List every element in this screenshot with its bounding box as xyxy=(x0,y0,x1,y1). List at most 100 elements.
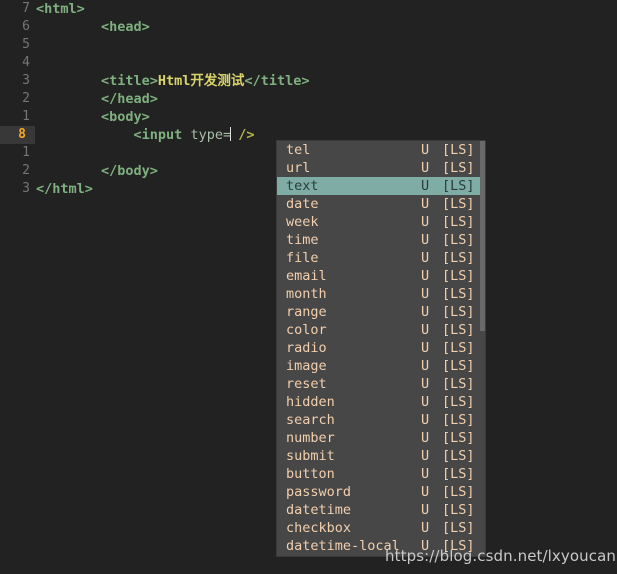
code-line-text: </body> xyxy=(36,162,158,180)
autocomplete-item[interactable]: reset U [LS] xyxy=(277,375,485,393)
code-token-title-txt: Html开发测试 xyxy=(157,73,245,89)
autocomplete-item[interactable]: email U [LS] xyxy=(277,267,485,285)
line-number: 3 xyxy=(22,181,30,196)
autocomplete-item[interactable]: radio U [LS] xyxy=(277,339,485,357)
autocomplete-item-label: tel xyxy=(286,142,311,158)
autocomplete-item-selected[interactable]: text U [LS] xyxy=(277,177,485,195)
autocomplete-item-label: password xyxy=(286,484,352,500)
autocomplete-item-kind: U xyxy=(421,448,430,464)
autocomplete-item-kind: U xyxy=(421,430,430,446)
autocomplete-item[interactable]: file U [LS] xyxy=(277,249,485,267)
autocomplete-item-source: [LS] xyxy=(442,358,475,374)
line-number: 8 xyxy=(18,127,26,142)
autocomplete-item[interactable]: search U [LS] xyxy=(277,411,485,429)
autocomplete-item-label: submit xyxy=(286,448,335,464)
autocomplete-item-label: number xyxy=(286,430,335,446)
code-line[interactable]: 4 xyxy=(0,54,617,72)
autocomplete-item[interactable]: image U [LS] xyxy=(277,357,485,375)
autocomplete-item-source: [LS] xyxy=(442,484,475,500)
code-line[interactable]: 2 </head> xyxy=(0,90,617,108)
code-token-tag: </html> xyxy=(36,181,93,197)
autocomplete-list[interactable]: tel U [LS] url U [LS] text U [LS] date U [LS] week U [… xyxy=(277,141,485,555)
code-editor[interactable]: 7 <html> 6 <head> 5 4 3 <title>Html开发测试</titl… xyxy=(0,0,617,574)
autocomplete-item-label: checkbox xyxy=(286,520,352,536)
autocomplete-item-label: url xyxy=(286,160,311,176)
autocomplete-item-source: [LS] xyxy=(442,466,475,482)
code-token-tag: </title> xyxy=(244,73,310,89)
autocomplete-item-source: [LS] xyxy=(442,502,475,518)
autocomplete-item-label: image xyxy=(286,358,327,374)
watermark-text: https://blog.csdn.net/lxyoucan xyxy=(385,547,617,565)
code-line-text: <html> xyxy=(36,0,85,18)
autocomplete-item[interactable]: tel U [LS] xyxy=(277,141,485,159)
autocomplete-item[interactable]: time U [LS] xyxy=(277,231,485,249)
autocomplete-item-source: [LS] xyxy=(442,448,475,464)
code-line-text: <body> xyxy=(36,108,150,126)
code-token-tag: </head> xyxy=(36,91,158,107)
autocomplete-item-label: time xyxy=(286,232,319,248)
autocomplete-item[interactable]: password U [LS] xyxy=(277,483,485,501)
autocomplete-item-kind: U xyxy=(421,520,430,536)
autocomplete-item-source: [LS] xyxy=(442,430,475,446)
autocomplete-item[interactable]: checkbox U [LS] xyxy=(277,519,485,537)
autocomplete-item-source: [LS] xyxy=(442,412,475,428)
code-line[interactable]: 5 xyxy=(0,36,617,54)
autocomplete-item-source: [LS] xyxy=(442,268,475,284)
autocomplete-item-kind: U xyxy=(421,502,430,518)
code-token-selfclose: /> xyxy=(230,127,255,143)
autocomplete-item-kind: U xyxy=(421,286,430,302)
autocomplete-item[interactable]: date U [LS] xyxy=(277,195,485,213)
autocomplete-item[interactable]: color U [LS] xyxy=(277,321,485,339)
autocomplete-item-kind: U xyxy=(421,160,430,176)
autocomplete-item-kind: U xyxy=(421,376,430,392)
autocomplete-item[interactable]: datetime U [LS] xyxy=(277,501,485,519)
autocomplete-item[interactable]: hidden U [LS] xyxy=(277,393,485,411)
line-number: 4 xyxy=(22,55,30,70)
autocomplete-item-source: [LS] xyxy=(442,304,475,320)
autocomplete-item-kind: U xyxy=(421,466,430,482)
autocomplete-item[interactable]: week U [LS] xyxy=(277,213,485,231)
autocomplete-item-label: datetime-local xyxy=(286,538,400,554)
autocomplete-item-kind: U xyxy=(421,412,430,428)
autocomplete-item-kind: U xyxy=(421,394,430,410)
autocomplete-scrollbar-thumb[interactable] xyxy=(480,141,485,331)
autocomplete-item[interactable]: button U [LS] xyxy=(277,465,485,483)
autocomplete-item-source: [LS] xyxy=(442,142,475,158)
autocomplete-item-kind: U xyxy=(421,196,430,212)
autocomplete-item[interactable]: number U [LS] xyxy=(277,429,485,447)
autocomplete-item[interactable]: month U [LS] xyxy=(277,285,485,303)
autocomplete-item[interactable]: range U [LS] xyxy=(277,303,485,321)
code-token-tag: <head> xyxy=(36,19,150,35)
autocomplete-popup[interactable]: tel U [LS] url U [LS] text U [LS] date U [LS] week U [… xyxy=(277,141,485,556)
autocomplete-item-label: color xyxy=(286,322,327,338)
line-number: 1 xyxy=(22,145,30,160)
autocomplete-item-source: [LS] xyxy=(442,160,475,176)
code-line[interactable]: 7 <html> xyxy=(0,0,617,18)
autocomplete-item-label: hidden xyxy=(286,394,335,410)
autocomplete-item-kind: U xyxy=(421,322,430,338)
autocomplete-item-source: [LS] xyxy=(442,520,475,536)
autocomplete-item-kind: U xyxy=(421,232,430,248)
line-number: 1 xyxy=(22,109,30,124)
autocomplete-item-label: email xyxy=(286,268,327,284)
code-line-text: <title>Html开发测试</title> xyxy=(36,72,309,90)
code-line-text: </head> xyxy=(36,90,158,108)
autocomplete-item[interactable]: submit U [LS] xyxy=(277,447,485,465)
autocomplete-scrollbar-track[interactable] xyxy=(480,141,485,556)
code-line-text: </html> xyxy=(36,180,93,198)
autocomplete-item-source: [LS] xyxy=(442,232,475,248)
autocomplete-item[interactable]: url U [LS] xyxy=(277,159,485,177)
code-line[interactable]: 6 <head> xyxy=(0,18,617,36)
autocomplete-item-kind: U xyxy=(421,178,430,194)
code-token-attr: type= xyxy=(190,127,232,143)
autocomplete-item-source: [LS] xyxy=(442,196,475,212)
autocomplete-item-label: search xyxy=(286,412,335,428)
autocomplete-item-kind: U xyxy=(421,268,430,284)
autocomplete-item-source: [LS] xyxy=(442,286,475,302)
autocomplete-item-label: month xyxy=(286,286,327,302)
line-number: 2 xyxy=(22,163,30,178)
code-line[interactable]: 1 <body> xyxy=(0,108,617,126)
autocomplete-item-label: file xyxy=(286,250,319,266)
autocomplete-item-source: [LS] xyxy=(442,340,475,356)
code-line[interactable]: 3 <title>Html开发测试</title> xyxy=(0,72,617,90)
